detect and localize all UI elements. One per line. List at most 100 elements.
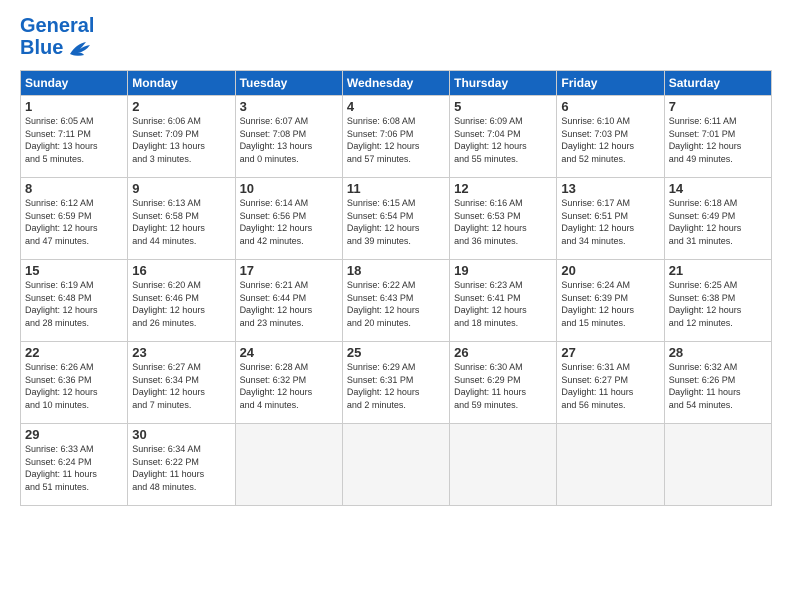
day-info: Sunrise: 6:05 AM Sunset: 7:11 PM Dayligh… [25, 115, 123, 165]
calendar-week-1: 1Sunrise: 6:05 AM Sunset: 7:11 PM Daylig… [21, 96, 772, 178]
weekday-header-saturday: Saturday [664, 71, 771, 96]
day-info: Sunrise: 6:22 AM Sunset: 6:43 PM Dayligh… [347, 279, 445, 329]
calendar-cell: 16Sunrise: 6:20 AM Sunset: 6:46 PM Dayli… [128, 260, 235, 342]
day-info: Sunrise: 6:19 AM Sunset: 6:48 PM Dayligh… [25, 279, 123, 329]
calendar-cell: 12Sunrise: 6:16 AM Sunset: 6:53 PM Dayli… [450, 178, 557, 260]
day-number: 4 [347, 99, 445, 114]
day-number: 13 [561, 181, 659, 196]
calendar-cell: 9Sunrise: 6:13 AM Sunset: 6:58 PM Daylig… [128, 178, 235, 260]
day-info: Sunrise: 6:27 AM Sunset: 6:34 PM Dayligh… [132, 361, 230, 411]
calendar-cell: 19Sunrise: 6:23 AM Sunset: 6:41 PM Dayli… [450, 260, 557, 342]
day-info: Sunrise: 6:28 AM Sunset: 6:32 PM Dayligh… [240, 361, 338, 411]
day-info: Sunrise: 6:20 AM Sunset: 6:46 PM Dayligh… [132, 279, 230, 329]
day-info: Sunrise: 6:12 AM Sunset: 6:59 PM Dayligh… [25, 197, 123, 247]
day-info: Sunrise: 6:07 AM Sunset: 7:08 PM Dayligh… [240, 115, 338, 165]
calendar-cell: 17Sunrise: 6:21 AM Sunset: 6:44 PM Dayli… [235, 260, 342, 342]
calendar-table: SundayMondayTuesdayWednesdayThursdayFrid… [20, 70, 772, 506]
day-number: 7 [669, 99, 767, 114]
day-number: 1 [25, 99, 123, 114]
day-info: Sunrise: 6:15 AM Sunset: 6:54 PM Dayligh… [347, 197, 445, 247]
weekday-header-thursday: Thursday [450, 71, 557, 96]
logo-general: General [20, 15, 94, 37]
day-number: 16 [132, 263, 230, 278]
day-info: Sunrise: 6:06 AM Sunset: 7:09 PM Dayligh… [132, 115, 230, 165]
day-info: Sunrise: 6:24 AM Sunset: 6:39 PM Dayligh… [561, 279, 659, 329]
day-number: 14 [669, 181, 767, 196]
day-number: 29 [25, 427, 123, 442]
day-number: 25 [347, 345, 445, 360]
calendar-cell: 27Sunrise: 6:31 AM Sunset: 6:27 PM Dayli… [557, 342, 664, 424]
logo: General Blue [20, 15, 94, 60]
calendar-body: 1Sunrise: 6:05 AM Sunset: 7:11 PM Daylig… [21, 96, 772, 506]
calendar-cell: 21Sunrise: 6:25 AM Sunset: 6:38 PM Dayli… [664, 260, 771, 342]
calendar-cell: 18Sunrise: 6:22 AM Sunset: 6:43 PM Dayli… [342, 260, 449, 342]
day-info: Sunrise: 6:26 AM Sunset: 6:36 PM Dayligh… [25, 361, 123, 411]
day-info: Sunrise: 6:09 AM Sunset: 7:04 PM Dayligh… [454, 115, 552, 165]
day-number: 23 [132, 345, 230, 360]
calendar-cell [342, 424, 449, 506]
day-number: 17 [240, 263, 338, 278]
day-number: 18 [347, 263, 445, 278]
day-number: 6 [561, 99, 659, 114]
calendar-cell: 10Sunrise: 6:14 AM Sunset: 6:56 PM Dayli… [235, 178, 342, 260]
calendar-cell: 30Sunrise: 6:34 AM Sunset: 6:22 PM Dayli… [128, 424, 235, 506]
weekday-header-tuesday: Tuesday [235, 71, 342, 96]
day-info: Sunrise: 6:17 AM Sunset: 6:51 PM Dayligh… [561, 197, 659, 247]
day-info: Sunrise: 6:23 AM Sunset: 6:41 PM Dayligh… [454, 279, 552, 329]
day-number: 19 [454, 263, 552, 278]
day-number: 3 [240, 99, 338, 114]
calendar-cell: 5Sunrise: 6:09 AM Sunset: 7:04 PM Daylig… [450, 96, 557, 178]
calendar-cell: 6Sunrise: 6:10 AM Sunset: 7:03 PM Daylig… [557, 96, 664, 178]
calendar-cell: 28Sunrise: 6:32 AM Sunset: 6:26 PM Dayli… [664, 342, 771, 424]
calendar-week-5: 29Sunrise: 6:33 AM Sunset: 6:24 PM Dayli… [21, 424, 772, 506]
calendar-cell: 15Sunrise: 6:19 AM Sunset: 6:48 PM Dayli… [21, 260, 128, 342]
calendar-cell: 4Sunrise: 6:08 AM Sunset: 7:06 PM Daylig… [342, 96, 449, 178]
calendar-cell: 7Sunrise: 6:11 AM Sunset: 7:01 PM Daylig… [664, 96, 771, 178]
day-number: 24 [240, 345, 338, 360]
weekday-header-monday: Monday [128, 71, 235, 96]
day-info: Sunrise: 6:29 AM Sunset: 6:31 PM Dayligh… [347, 361, 445, 411]
day-info: Sunrise: 6:16 AM Sunset: 6:53 PM Dayligh… [454, 197, 552, 247]
day-info: Sunrise: 6:13 AM Sunset: 6:58 PM Dayligh… [132, 197, 230, 247]
calendar-cell: 23Sunrise: 6:27 AM Sunset: 6:34 PM Dayli… [128, 342, 235, 424]
calendar-week-2: 8Sunrise: 6:12 AM Sunset: 6:59 PM Daylig… [21, 178, 772, 260]
calendar-cell: 20Sunrise: 6:24 AM Sunset: 6:39 PM Dayli… [557, 260, 664, 342]
calendar-cell: 1Sunrise: 6:05 AM Sunset: 7:11 PM Daylig… [21, 96, 128, 178]
calendar-cell [557, 424, 664, 506]
calendar-cell [450, 424, 557, 506]
calendar-cell: 3Sunrise: 6:07 AM Sunset: 7:08 PM Daylig… [235, 96, 342, 178]
calendar-cell [664, 424, 771, 506]
calendar-week-4: 22Sunrise: 6:26 AM Sunset: 6:36 PM Dayli… [21, 342, 772, 424]
day-info: Sunrise: 6:08 AM Sunset: 7:06 PM Dayligh… [347, 115, 445, 165]
day-number: 22 [25, 345, 123, 360]
calendar-cell: 24Sunrise: 6:28 AM Sunset: 6:32 PM Dayli… [235, 342, 342, 424]
header: General Blue [20, 15, 772, 60]
weekday-header-friday: Friday [557, 71, 664, 96]
weekday-header-wednesday: Wednesday [342, 71, 449, 96]
calendar-cell: 25Sunrise: 6:29 AM Sunset: 6:31 PM Dayli… [342, 342, 449, 424]
day-number: 15 [25, 263, 123, 278]
day-info: Sunrise: 6:25 AM Sunset: 6:38 PM Dayligh… [669, 279, 767, 329]
calendar-cell: 14Sunrise: 6:18 AM Sunset: 6:49 PM Dayli… [664, 178, 771, 260]
logo-bird-icon [66, 39, 94, 59]
day-info: Sunrise: 6:11 AM Sunset: 7:01 PM Dayligh… [669, 115, 767, 165]
day-info: Sunrise: 6:34 AM Sunset: 6:22 PM Dayligh… [132, 443, 230, 493]
day-number: 26 [454, 345, 552, 360]
day-number: 11 [347, 181, 445, 196]
day-info: Sunrise: 6:14 AM Sunset: 6:56 PM Dayligh… [240, 197, 338, 247]
day-number: 9 [132, 181, 230, 196]
day-info: Sunrise: 6:10 AM Sunset: 7:03 PM Dayligh… [561, 115, 659, 165]
calendar-cell: 22Sunrise: 6:26 AM Sunset: 6:36 PM Dayli… [21, 342, 128, 424]
day-number: 20 [561, 263, 659, 278]
calendar-cell [235, 424, 342, 506]
day-info: Sunrise: 6:18 AM Sunset: 6:49 PM Dayligh… [669, 197, 767, 247]
day-number: 21 [669, 263, 767, 278]
logo-blue: Blue [20, 37, 63, 60]
day-number: 10 [240, 181, 338, 196]
weekday-header-sunday: Sunday [21, 71, 128, 96]
calendar-week-3: 15Sunrise: 6:19 AM Sunset: 6:48 PM Dayli… [21, 260, 772, 342]
day-number: 12 [454, 181, 552, 196]
day-info: Sunrise: 6:21 AM Sunset: 6:44 PM Dayligh… [240, 279, 338, 329]
calendar-cell: 26Sunrise: 6:30 AM Sunset: 6:29 PM Dayli… [450, 342, 557, 424]
calendar-cell: 29Sunrise: 6:33 AM Sunset: 6:24 PM Dayli… [21, 424, 128, 506]
